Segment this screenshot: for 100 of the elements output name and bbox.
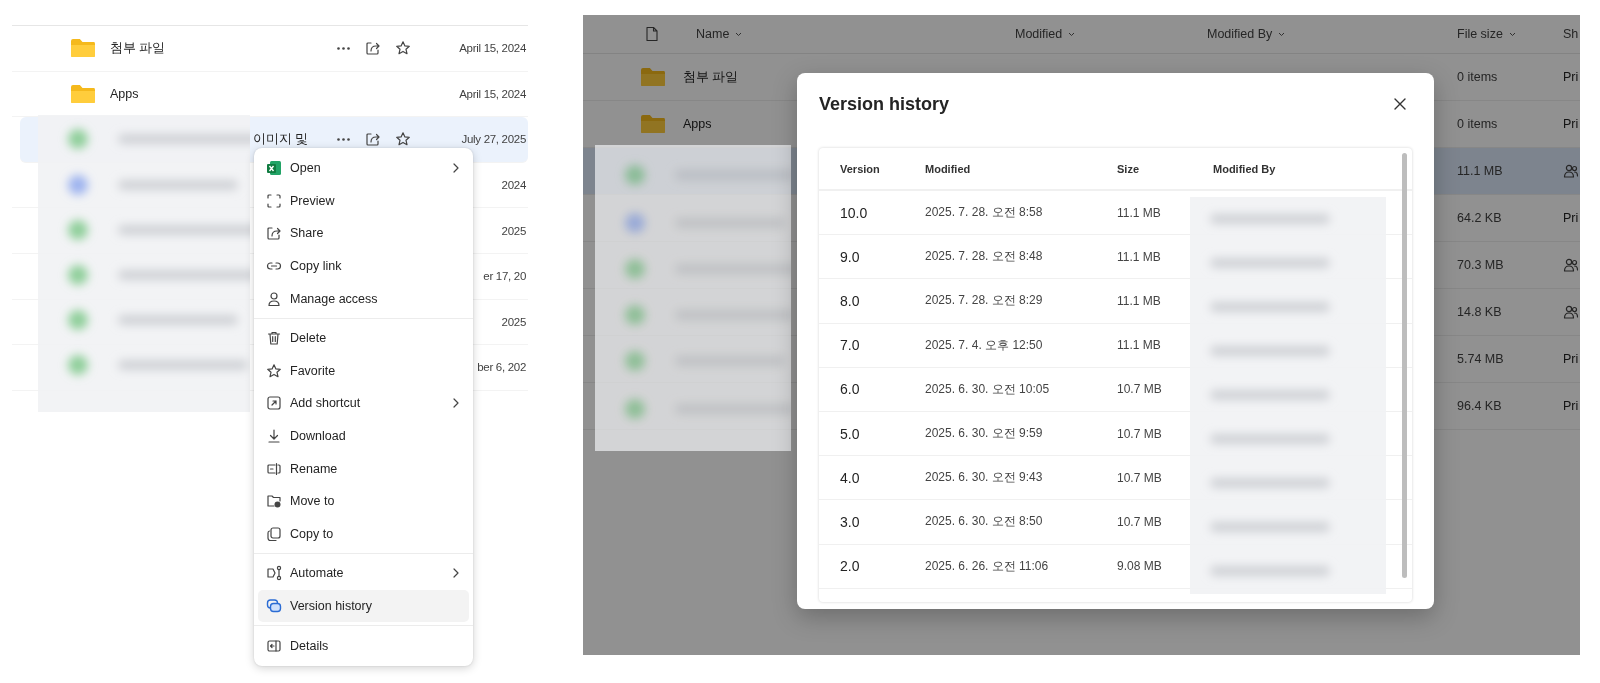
modified-date: July 27, 2025 bbox=[460, 133, 526, 146]
file-size: 96.4 KB bbox=[1457, 399, 1503, 413]
version-number: 6.0 bbox=[840, 381, 861, 398]
star-icon bbox=[395, 40, 411, 57]
sharing-status: Pri bbox=[1563, 352, 1579, 366]
scrollbar[interactable] bbox=[1402, 153, 1407, 578]
file-size: 11.1 MB bbox=[1117, 205, 1162, 220]
file-size: 10.7 MB bbox=[1117, 426, 1163, 441]
share-button[interactable] bbox=[364, 130, 382, 149]
modified-date: 2025 bbox=[500, 315, 526, 328]
modified-time: 2025. 6. 30. 오전 9:59 bbox=[925, 425, 1044, 443]
details-icon bbox=[266, 637, 282, 654]
star-icon bbox=[266, 362, 282, 379]
file-name: 첨부 파일 bbox=[110, 40, 166, 55]
sharing-status: Pri bbox=[1563, 70, 1579, 84]
modified-time: 2025. 6. 30. 오전 8:50 bbox=[925, 513, 1044, 531]
column-header[interactable]: File size bbox=[1457, 27, 1517, 41]
rename-icon bbox=[266, 460, 282, 477]
person-icon bbox=[266, 290, 282, 307]
modified-time: 2025. 7. 28. 오전 8:58 bbox=[925, 204, 1044, 222]
menu-item[interactable]: Rename bbox=[258, 452, 469, 485]
file-name: 이미지 및 bbox=[253, 132, 309, 146]
column-header: Modified By bbox=[1213, 162, 1277, 175]
version-number: 8.0 bbox=[840, 292, 861, 309]
column-header[interactable]: Name bbox=[696, 27, 744, 41]
close-icon bbox=[1393, 97, 1407, 111]
version-number: 9.0 bbox=[840, 248, 861, 265]
share-button[interactable] bbox=[364, 39, 382, 58]
file-size: 14.8 KB bbox=[1457, 305, 1503, 319]
file-size: 10.7 MB bbox=[1117, 470, 1163, 485]
modified-time: 2025. 7. 4. 오후 12:50 bbox=[925, 336, 1044, 354]
sharing-status: Pri bbox=[1563, 117, 1579, 131]
share-icon bbox=[266, 225, 282, 242]
version-number: 2.0 bbox=[840, 558, 861, 575]
file-size: 0 items bbox=[1457, 117, 1499, 131]
modified-time: 2025. 6. 30. 오전 9:43 bbox=[925, 469, 1044, 487]
file-size: 9.08 MB bbox=[1117, 559, 1163, 574]
chevron-right-icon bbox=[451, 397, 461, 410]
share-icon bbox=[365, 131, 381, 148]
folder-move-icon bbox=[266, 493, 282, 510]
menu-item[interactable]: Move to bbox=[258, 484, 469, 518]
modified-date: April 15, 2024 bbox=[458, 42, 526, 55]
menu-item[interactable]: Manage access bbox=[258, 282, 469, 315]
version-number: 4.0 bbox=[840, 469, 861, 486]
star-icon bbox=[395, 131, 411, 148]
dialog-title: Version history bbox=[819, 93, 950, 115]
file-size: 70.3 MB bbox=[1457, 258, 1505, 272]
file-name: 첨부 파일 bbox=[683, 69, 739, 84]
column-header: Size bbox=[1117, 162, 1140, 175]
version-number: 5.0 bbox=[840, 425, 861, 442]
file-size: 0 items bbox=[1457, 70, 1499, 84]
sharing-status: Pri bbox=[1563, 399, 1579, 413]
menu-item[interactable]: Delete bbox=[258, 321, 469, 355]
menu-item[interactable]: Share bbox=[258, 217, 469, 250]
share-icon bbox=[365, 40, 381, 57]
file-icon bbox=[645, 26, 659, 42]
file-size: 11.1 MB bbox=[1117, 249, 1162, 264]
folder-icon bbox=[70, 38, 96, 59]
modified-date: er 17, 20 bbox=[482, 270, 526, 283]
file-size: 5.74 MB bbox=[1457, 352, 1505, 366]
file-size: 11.1 MB bbox=[1457, 164, 1504, 178]
folder-icon bbox=[70, 83, 96, 104]
modified-time: 2025. 6. 30. 오전 10:05 bbox=[925, 380, 1051, 398]
column-header: Version bbox=[840, 162, 881, 175]
menu-item[interactable]: Preview bbox=[258, 184, 469, 218]
excel-icon bbox=[266, 160, 282, 177]
version-number: 7.0 bbox=[840, 337, 861, 354]
modified-time: 2025. 7. 28. 오전 8:48 bbox=[925, 248, 1044, 266]
automate-icon bbox=[266, 565, 282, 582]
stacked-pages-icon bbox=[266, 598, 282, 614]
download-icon bbox=[266, 428, 282, 445]
menu-item[interactable]: Favorite bbox=[258, 354, 469, 388]
modified-time: 2025. 6. 26. 오전 11:06 bbox=[925, 557, 1050, 575]
column-header[interactable]: Modified bbox=[1015, 27, 1077, 41]
column-header: Modified bbox=[925, 162, 972, 175]
menu-item[interactable]: Open bbox=[258, 152, 469, 185]
preview-icon bbox=[266, 192, 282, 209]
file-size: 10.7 MB bbox=[1117, 382, 1163, 397]
menu-item[interactable]: Copy link bbox=[258, 249, 469, 283]
column-header[interactable]: Modified By bbox=[1207, 27, 1287, 41]
modified-date: 2024 bbox=[500, 179, 526, 192]
sharing-status: Pri bbox=[1563, 211, 1579, 225]
people-icon bbox=[1563, 163, 1579, 179]
people-icon bbox=[1563, 257, 1579, 273]
file-size: 11.1 MB bbox=[1117, 293, 1162, 308]
copy-icon bbox=[266, 525, 282, 542]
column-header[interactable]: Sh bbox=[1563, 27, 1579, 41]
menu-item[interactable]: Version history bbox=[258, 589, 469, 623]
file-name: Apps bbox=[110, 86, 139, 101]
menu-item[interactable]: Add shortcut bbox=[258, 387, 469, 420]
modified-date: ber 6, 202 bbox=[476, 361, 526, 374]
menu-item[interactable]: Automate bbox=[258, 557, 469, 590]
trash-icon bbox=[266, 330, 282, 347]
more-icon bbox=[336, 138, 350, 141]
file-size: 10.7 MB bbox=[1117, 514, 1163, 529]
menu-item[interactable]: Copy to bbox=[258, 517, 469, 551]
chevron-right-icon bbox=[451, 567, 461, 580]
menu-item[interactable]: Details bbox=[258, 629, 469, 662]
file-row[interactable]: 첨부 파일 April 15, 2024 bbox=[12, 26, 528, 72]
menu-item[interactable]: Download bbox=[258, 419, 469, 453]
